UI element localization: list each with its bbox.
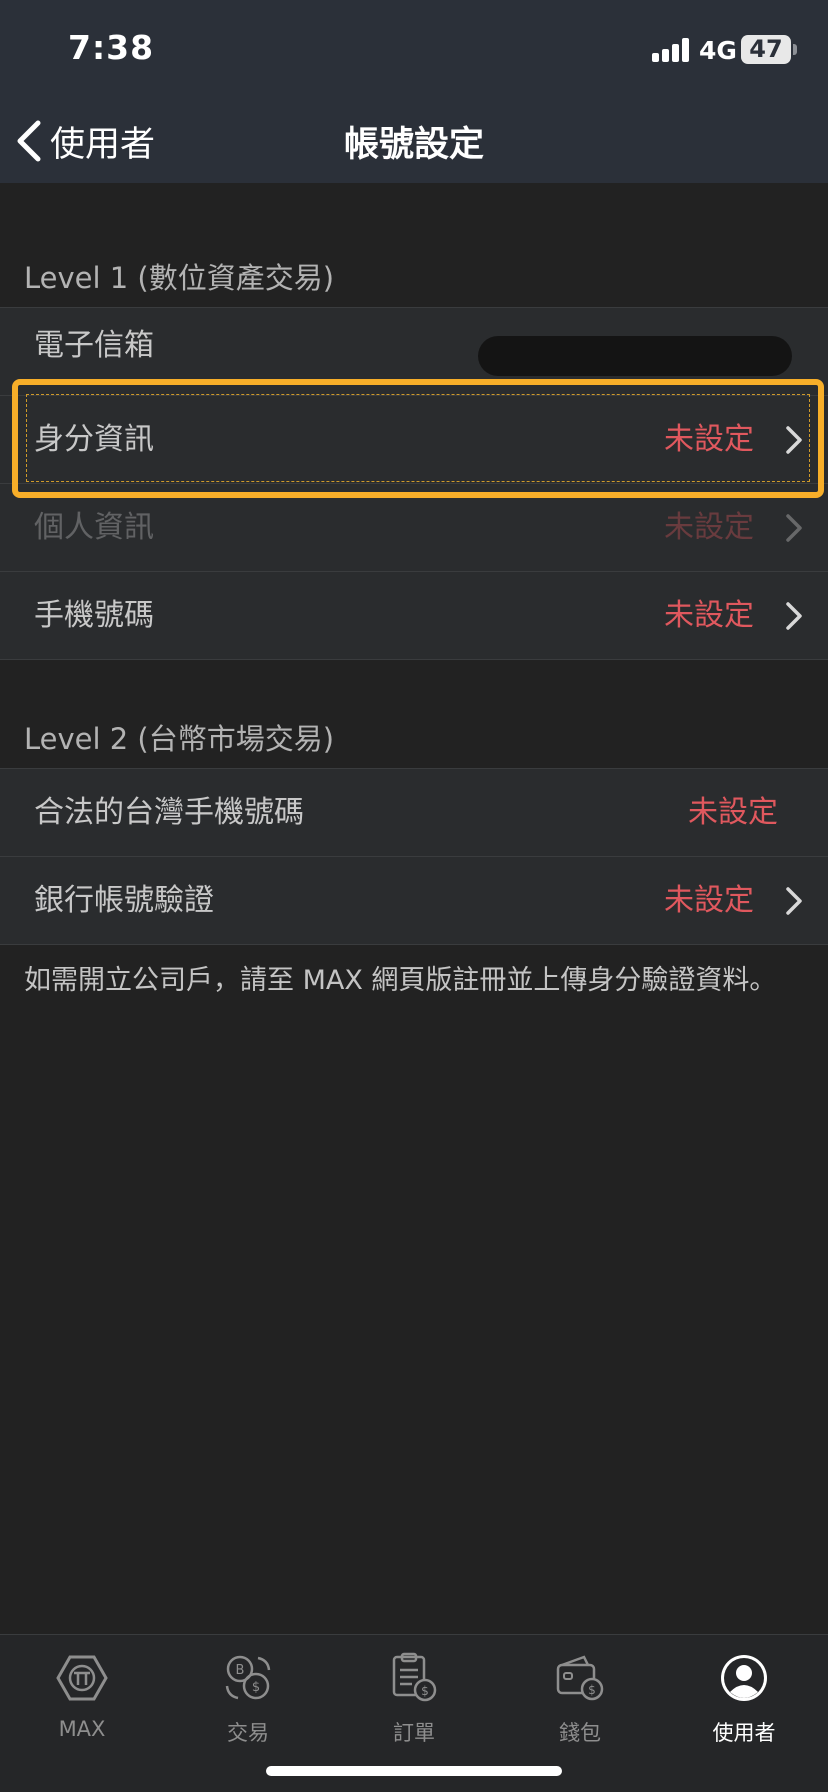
account-settings-screen: 7:38 4G 47 使用者 帳號設定 Level 1 (數位資產交易) 電子信… <box>0 0 828 1792</box>
row-email: 電子信箱 <box>0 308 828 396</box>
row-label: 身分資訊 <box>34 422 154 457</box>
row-label: 手機號碼 <box>34 598 154 633</box>
chevron-right-icon <box>786 887 802 915</box>
level2-header: Level 2 (台幣市場交易) <box>24 722 335 756</box>
level1-header: Level 1 (數位資產交易) <box>24 261 335 295</box>
tab-wallet[interactable]: $ 錢包 <box>520 1649 640 1759</box>
svg-text:$: $ <box>588 1683 596 1697</box>
status-unset: 未設定 <box>664 598 754 633</box>
tab-orders[interactable]: $ 訂單 <box>354 1649 474 1759</box>
tab-label: 錢包 <box>559 1721 601 1745</box>
home-indicator[interactable] <box>266 1766 562 1776</box>
level2-list: 合法的台灣手機號碼 未設定 銀行帳號驗證 未設定 <box>0 768 828 945</box>
row-label: 合法的台灣手機號碼 <box>34 795 304 830</box>
status-time: 7:38 <box>68 28 155 67</box>
signal-strength-icon <box>652 38 692 62</box>
chevron-right-icon <box>786 426 802 454</box>
status-unset: 未設定 <box>664 883 754 918</box>
status-unset: 未設定 <box>664 422 754 457</box>
svg-text:B: B <box>236 1663 245 1678</box>
status-unset: 未設定 <box>664 510 754 545</box>
order-icon: $ <box>354 1649 474 1707</box>
chevron-right-icon <box>786 514 802 542</box>
chevron-right-icon <box>786 602 802 630</box>
email-redacted-value <box>478 336 792 376</box>
user-icon <box>684 1649 804 1707</box>
level1-list: 電子信箱 身分資訊 未設定 個人資訊 未設定 手機號碼 未設定 <box>0 307 828 660</box>
top-bar: 7:38 4G 47 使用者 帳號設定 <box>0 0 828 183</box>
battery-icon: 47 <box>741 35 791 64</box>
row-bank-verification[interactable]: 銀行帳號驗證 未設定 <box>0 857 828 945</box>
tab-trade[interactable]: B $ 交易 <box>188 1649 308 1759</box>
row-taiwan-phone: 合法的台灣手機號碼 未設定 <box>0 769 828 857</box>
row-label: 電子信箱 <box>34 328 154 363</box>
tab-label: MAX <box>58 1717 106 1741</box>
row-personal-info[interactable]: 個人資訊 未設定 <box>0 484 828 572</box>
tab-user[interactable]: 使用者 <box>684 1649 804 1759</box>
page-title: 帳號設定 <box>343 125 484 165</box>
wallet-icon: $ <box>520 1649 640 1707</box>
tab-label: 訂單 <box>393 1721 435 1745</box>
svg-text:$: $ <box>421 1684 429 1698</box>
tab-label: 使用者 <box>712 1721 776 1745</box>
row-label: 個人資訊 <box>34 510 154 545</box>
battery-cap <box>793 44 797 55</box>
exchange-icon: B $ <box>188 1649 308 1707</box>
status-unset: 未設定 <box>688 795 778 830</box>
row-identity-info[interactable]: 身分資訊 未設定 <box>0 396 828 484</box>
svg-text:$: $ <box>252 1680 260 1695</box>
row-label: 銀行帳號驗證 <box>34 883 214 918</box>
network-type: 4G <box>699 36 737 65</box>
tab-max[interactable]: MAX <box>22 1649 142 1759</box>
max-logo-icon <box>22 1649 142 1707</box>
tab-label: 交易 <box>227 1721 269 1745</box>
corporate-account-note: 如需開立公司戶，請至 MAX 網頁版註冊並上傳身分驗證資料。 <box>24 965 777 996</box>
row-phone-number[interactable]: 手機號碼 未設定 <box>0 572 828 660</box>
